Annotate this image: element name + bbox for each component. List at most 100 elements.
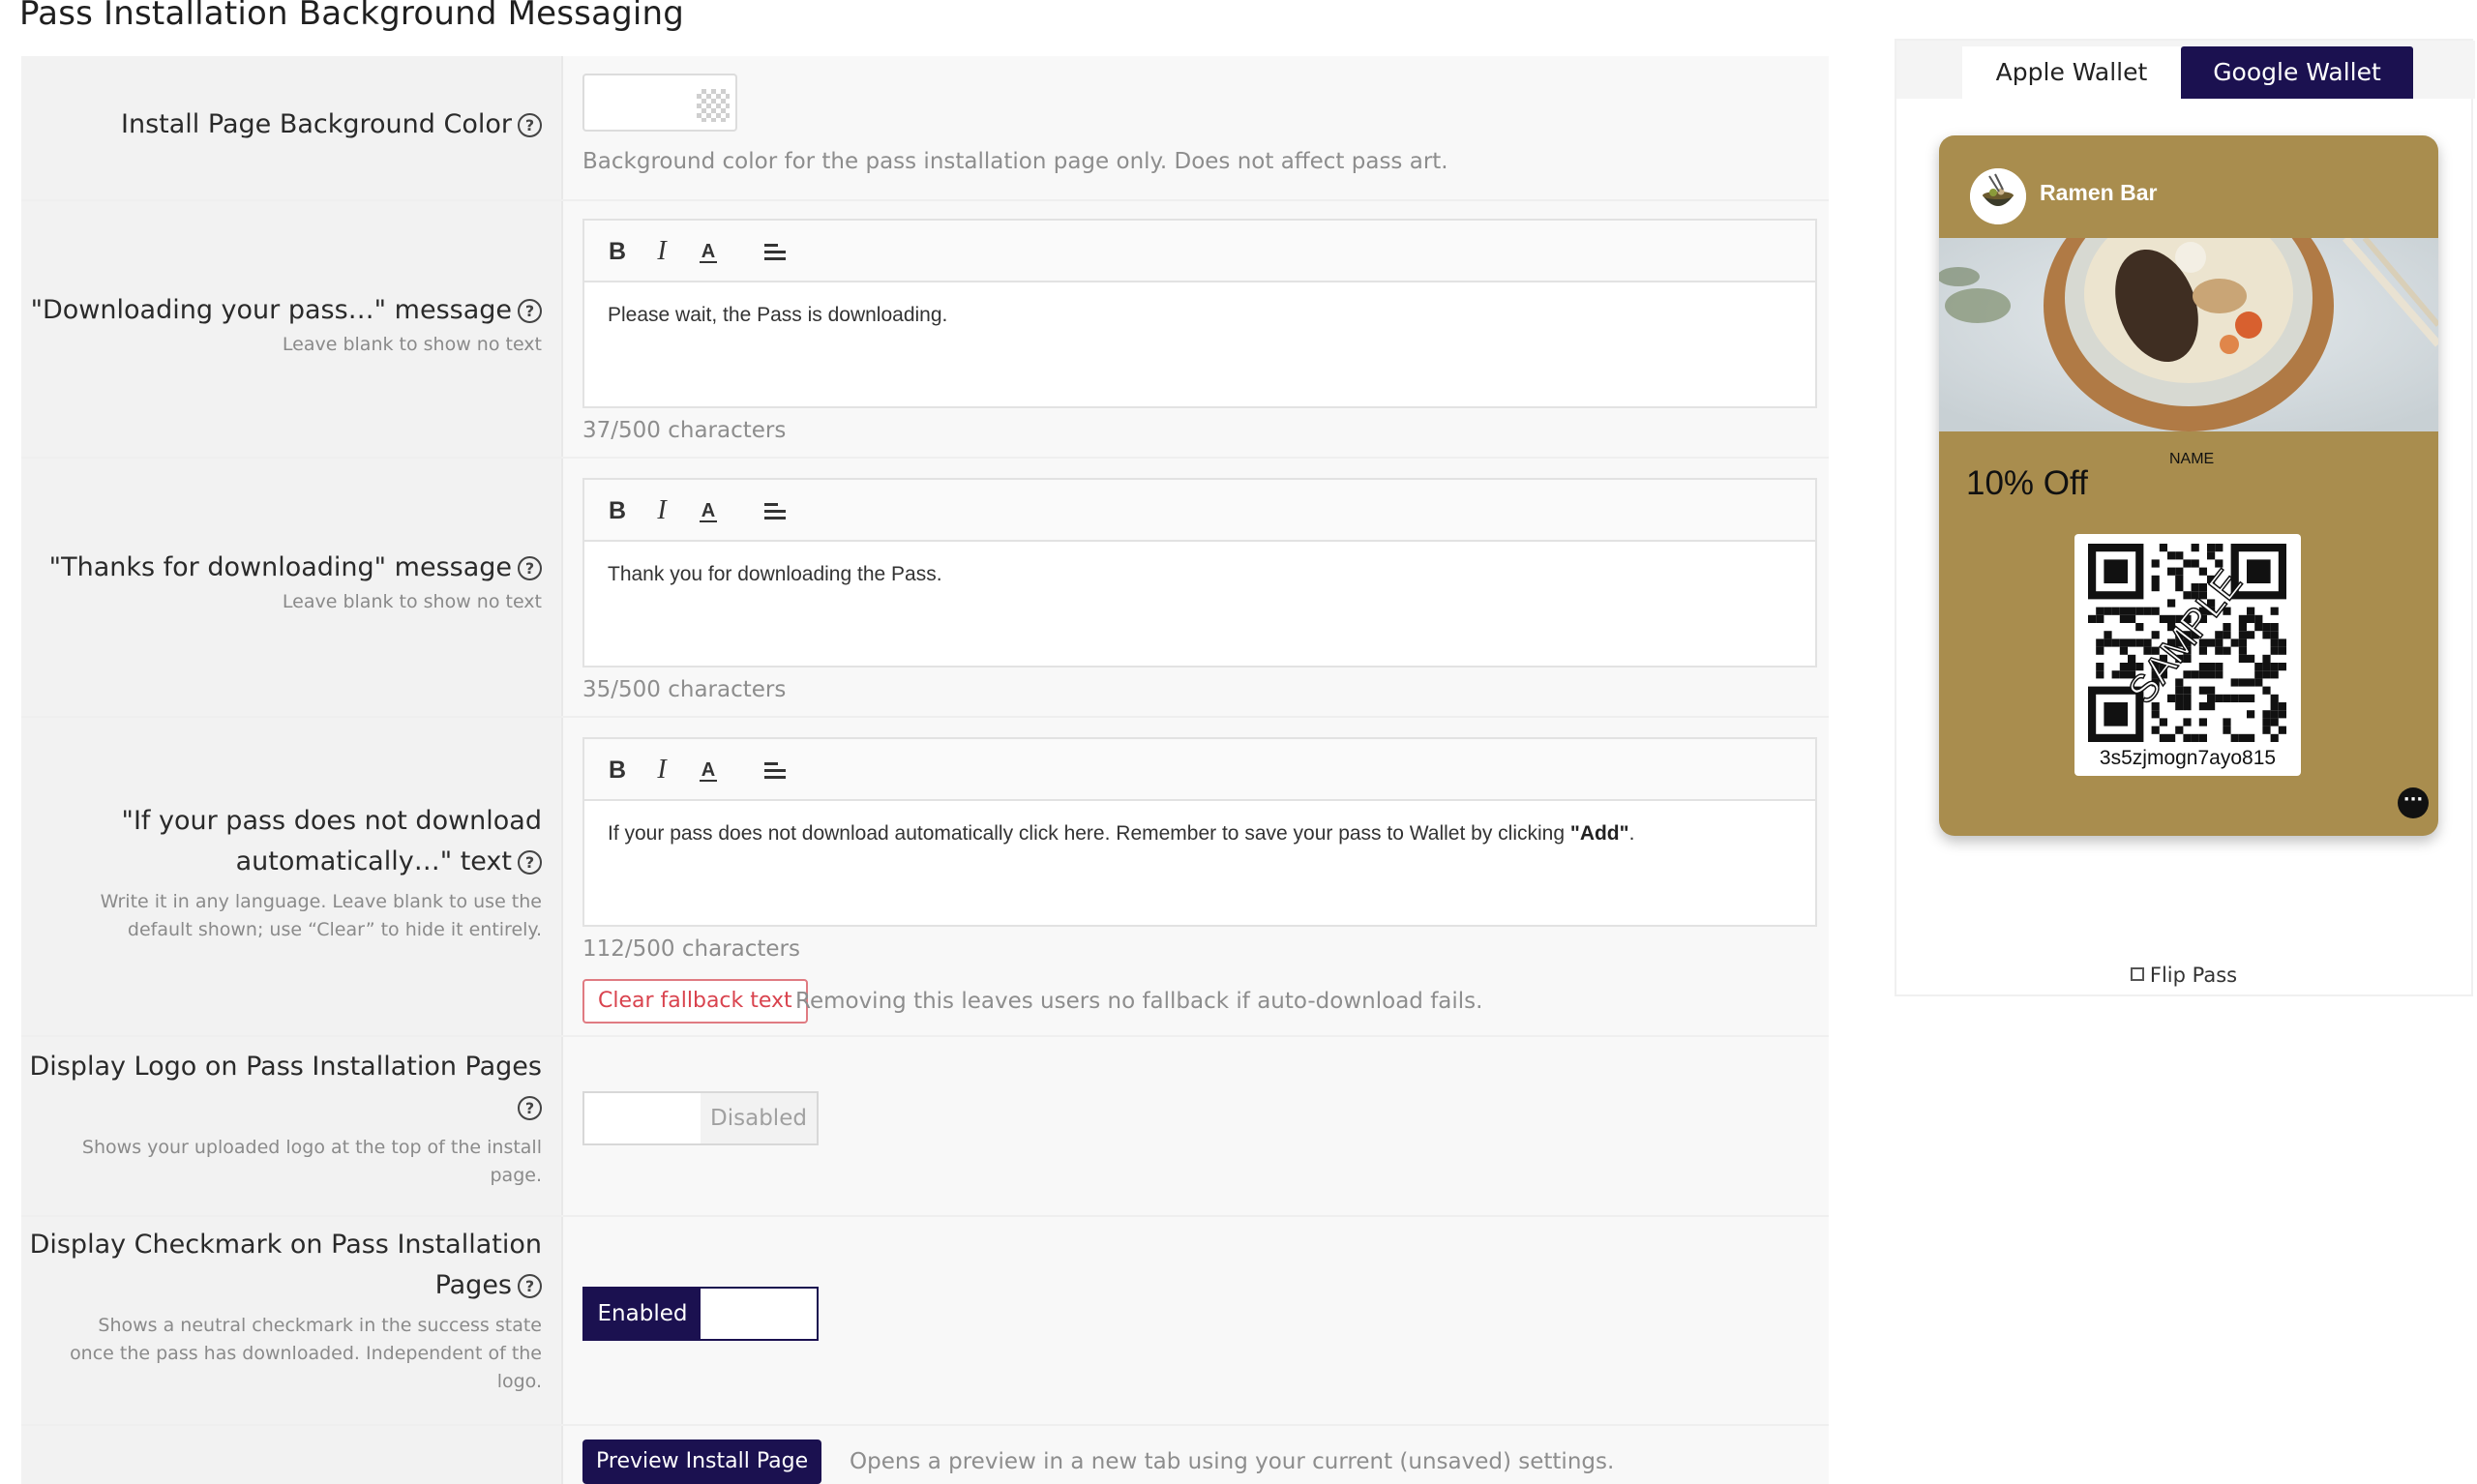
text-color-icon[interactable]: A [689, 493, 728, 528]
flip-icon [2130, 967, 2144, 981]
checkmark-help-line2: once the pass has downloaded. Independen… [70, 1343, 542, 1364]
row-value: Enabled [563, 1217, 1829, 1424]
settings-form: Install Page Background Color? Backgroun… [21, 56, 1829, 1484]
clear-fallback-note: Removing this leaves users no fallback i… [795, 989, 1483, 1014]
row-fallback: "If your pass does not download automati… [21, 718, 1829, 1037]
row-display-logo: Display Logo on Pass Installation Pages … [21, 1037, 1829, 1217]
toggle-state-label: Disabled [701, 1093, 817, 1143]
help-circle-icon[interactable]: ? [518, 113, 542, 137]
row-thanks: "Thanks for downloading" message? Leave … [21, 459, 1829, 718]
toggle-track [584, 1093, 701, 1143]
fallback-help-line2: default shown; use “Clear” to hide it en… [127, 919, 542, 940]
italic-icon[interactable]: I [642, 493, 681, 528]
row-label: Install Page Background Color? [21, 56, 563, 199]
barcode-value: 3s5zjmogn7ayo815 [2099, 747, 2277, 769]
downloading-editor: B I A Please wait, the Pass is downloadi… [582, 219, 1817, 408]
checkmark-label-line2: Pages? [435, 1265, 542, 1306]
row-value: B I A Thank you for downloading the Pass… [563, 459, 1829, 716]
row-label: "If your pass does not download automati… [21, 718, 563, 1035]
tab-apple-wallet[interactable]: Apple Wallet [1962, 46, 2181, 99]
row-label [21, 1426, 563, 1484]
row-preview: Preview Install Page Opens a preview in … [21, 1426, 1829, 1484]
field-label-name: NAME [2169, 451, 2215, 467]
display-logo-toggle[interactable]: Disabled [582, 1091, 819, 1145]
fallback-text-area[interactable]: If your pass does not download automatic… [584, 801, 1815, 867]
row-downloading: "Downloading your pass…" message? Leave … [21, 201, 1829, 459]
row-value: Background color for the pass installati… [563, 56, 1829, 199]
display-checkmark-toggle[interactable]: Enabled [582, 1287, 819, 1341]
logo-label: Display Logo on Pass Installation Pages [29, 1052, 542, 1082]
row-value: B I A Please wait, the Pass is downloadi… [563, 201, 1829, 457]
help-circle-icon[interactable]: ? [518, 556, 542, 580]
more-icon[interactable]: ··· [2398, 787, 2429, 818]
fallback-label-line1: "If your pass does not download [121, 806, 542, 836]
bg-color-description: Background color for the pass installati… [582, 149, 1448, 174]
bold-icon[interactable]: B [598, 493, 637, 528]
fallback-label-line2: automatically…" text? [236, 842, 542, 882]
help-circle-icon[interactable]: ? [518, 1096, 542, 1120]
italic-icon[interactable]: I [642, 234, 681, 269]
bg-color-label: Install Page Background Color? [121, 104, 542, 145]
help-circle-icon[interactable]: ? [518, 299, 542, 323]
text-color-icon[interactable]: A [689, 234, 728, 269]
downloading-label: "Downloading your pass…" message? [31, 290, 542, 331]
fallback-editor: B I A If your pass does not download aut… [582, 737, 1817, 927]
preview-install-page-button[interactable]: Preview Install Page [582, 1439, 822, 1484]
align-left-icon[interactable] [755, 493, 793, 528]
row-value: Disabled [563, 1037, 1829, 1215]
preview-note: Opens a preview in a new tab using your … [850, 1449, 1615, 1474]
downloading-text-area[interactable]: Please wait, the Pass is downloading. [584, 282, 1815, 348]
row-label: Display Logo on Pass Installation Pages … [21, 1037, 563, 1215]
fallback-help-line1: Write it in any language. Leave blank to… [100, 891, 542, 912]
row-label: Display Checkmark on Pass Installation P… [21, 1217, 563, 1424]
checker-transparent-icon [697, 89, 730, 122]
flip-pass-button[interactable]: Flip Pass [1896, 964, 2471, 987]
row-label: "Thanks for downloading" message? Leave … [21, 459, 563, 716]
tab-google-wallet[interactable]: Google Wallet [2181, 46, 2413, 99]
color-picker-swatch[interactable] [582, 74, 737, 132]
align-left-icon[interactable] [755, 753, 793, 787]
barcode-box: SAMPLE 3s5zjmogn7ayo815 [2074, 534, 2301, 776]
logo-help-icon-line: ? [512, 1087, 542, 1128]
row-value: Preview Install Page Opens a preview in … [563, 1426, 1829, 1484]
editor-toolbar: B I A [584, 221, 1815, 282]
editor-toolbar: B I A [584, 480, 1815, 542]
page-title: Pass Installation Background Messaging [19, 0, 685, 33]
checkmark-label-line1: Display Checkmark on Pass Installation [29, 1230, 542, 1260]
toggle-track [701, 1289, 817, 1339]
wallet-tabs: Apple Wallet Google Wallet [1896, 41, 2475, 99]
checkmark-help-line3: logo. [496, 1371, 542, 1392]
logo-help-line2: page. [490, 1165, 543, 1186]
downloading-help: Leave blank to show no text [282, 334, 542, 355]
downloading-char-counter: 37/500 characters [582, 418, 787, 443]
row-bg-color: Install Page Background Color? Backgroun… [21, 56, 1829, 201]
thanks-editor: B I A Thank you for downloading the Pass… [582, 478, 1817, 668]
pass-card: Ramen Bar NAME 10% Off SAMPLE 3s5zjmogn7… [1939, 135, 2438, 836]
fallback-char-counter: 112/500 characters [582, 936, 800, 962]
row-label: "Downloading your pass…" message? Leave … [21, 201, 563, 457]
merchant-logo [1970, 168, 2026, 224]
text-color-icon[interactable]: A [689, 753, 728, 787]
thanks-text-area[interactable]: Thank you for downloading the Pass. [584, 542, 1815, 608]
clear-fallback-button[interactable]: Clear fallback text [582, 979, 808, 1024]
align-left-icon[interactable] [755, 234, 793, 269]
thanks-help: Leave blank to show no text [282, 591, 542, 612]
thanks-char-counter: 35/500 characters [582, 677, 787, 702]
editor-toolbar: B I A [584, 739, 1815, 801]
checkmark-help-line1: Shows a neutral checkmark in the success… [98, 1315, 542, 1336]
italic-icon[interactable]: I [642, 753, 681, 787]
help-circle-icon[interactable]: ? [518, 1274, 542, 1298]
row-value: B I A If your pass does not download aut… [563, 718, 1829, 1035]
merchant-name: Ramen Bar [2040, 180, 2158, 205]
help-circle-icon[interactable]: ? [518, 850, 542, 875]
logo-help-line1: Shows your uploaded logo at the top of t… [81, 1137, 542, 1158]
offer-text: 10% Off [1966, 464, 2088, 502]
thanks-label: "Thanks for downloading" message? [49, 548, 542, 588]
row-display-checkmark: Display Checkmark on Pass Installation P… [21, 1217, 1829, 1426]
bold-icon[interactable]: B [598, 753, 637, 787]
hero-image [1939, 180, 2438, 431]
bold-icon[interactable]: B [598, 234, 637, 269]
qr-code: SAMPLE [2088, 544, 2286, 742]
pass-preview-panel: Apple Wallet Google Wallet Ramen Bar NAM… [1895, 39, 2475, 996]
toggle-state-label: Enabled [584, 1289, 701, 1339]
